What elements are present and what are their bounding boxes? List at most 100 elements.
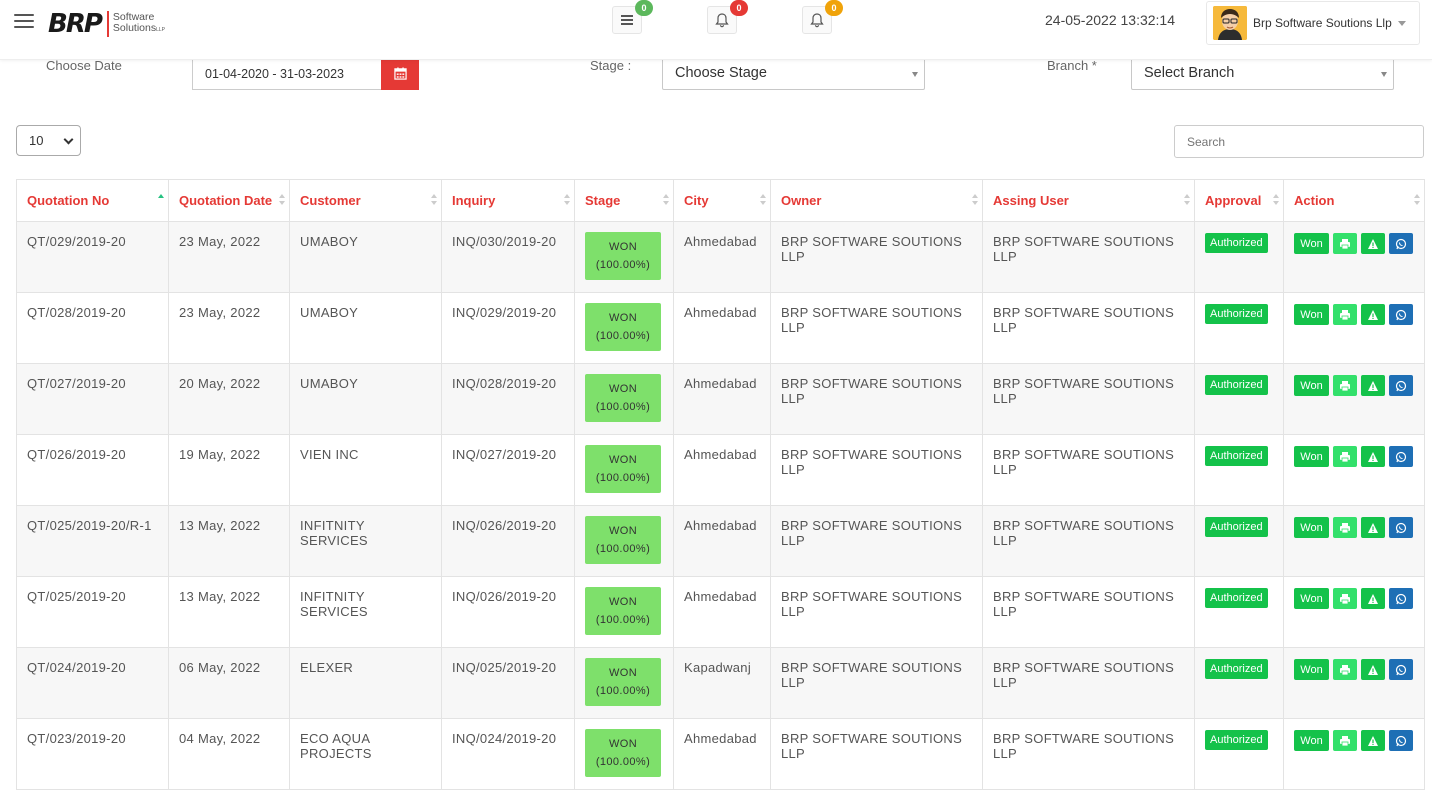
city-cell: Ahmedabad [673,434,771,506]
top-navbar: BRP Software SolutionsLLP 0 0 0 24-05-20… [0,0,1432,60]
date-range-input[interactable]: 01-04-2020 - 31-03-2023 [192,57,382,90]
column-header[interactable]: Customer [289,179,442,222]
whatsapp-button[interactable] [1389,659,1413,680]
approval-cell: Authorized [1194,292,1284,364]
print-button[interactable] [1333,730,1357,751]
notification-count-badge: 0 [825,0,843,16]
approval-badge[interactable]: Authorized [1205,446,1268,466]
approval-badge[interactable]: Authorized [1205,233,1268,253]
inquiry-cell: INQ/024/2019-20 [441,718,575,790]
column-header[interactable]: Quotation Date [168,179,290,222]
city-cell: Kapadwanj [673,647,771,719]
approval-badge[interactable]: Authorized [1205,375,1268,395]
approval-badge[interactable]: Authorized [1205,588,1268,608]
whatsapp-icon [1395,238,1407,249]
whatsapp-button[interactable] [1389,375,1413,396]
column-header[interactable]: Owner [770,179,983,222]
print-button[interactable] [1333,233,1357,254]
approval-badge[interactable]: Authorized [1205,304,1268,324]
customer-cell: INFITNITY SERVICES [289,576,442,648]
approval-badge[interactable]: Authorized [1205,517,1268,537]
column-header[interactable]: Quotation No [16,179,169,222]
brand-logo[interactable]: BRP Software SolutionsLLP [48,9,165,39]
won-button[interactable]: Won [1294,233,1329,254]
won-button[interactable]: Won [1294,517,1329,538]
alert-button[interactable] [1361,517,1385,538]
warning-icon [1368,451,1378,462]
city-cell: Ahmedabad [673,505,771,577]
won-button[interactable]: Won [1294,304,1329,325]
owner-cell: BRP SOFTWARE SOUTIONS LLP [770,576,983,648]
column-header[interactable]: Approval [1194,179,1284,222]
quotation-no-cell: QT/025/2019-20 [16,576,169,648]
whatsapp-button[interactable] [1389,446,1413,467]
whatsapp-button[interactable] [1389,233,1413,254]
action-buttons: Won [1294,659,1414,680]
column-header[interactable]: Action [1283,179,1425,222]
print-button[interactable] [1333,588,1357,609]
won-button[interactable]: Won [1294,375,1329,396]
alert-button[interactable] [1361,446,1385,467]
alert-button[interactable] [1361,375,1385,396]
city-cell: Ahmedabad [673,292,771,364]
approval-badge[interactable]: Authorized [1205,730,1268,750]
calendar-button[interactable] [381,57,419,90]
menu-icon[interactable] [14,14,34,30]
stage-name: WON [608,454,638,466]
stage-select[interactable]: Choose Stage [662,57,925,90]
approval-badge[interactable]: Authorized [1205,659,1268,679]
alert-button[interactable] [1361,730,1385,751]
whatsapp-button[interactable] [1389,304,1413,325]
alert-button[interactable] [1361,659,1385,680]
reminders-notification-button[interactable]: 0 [802,0,843,34]
tasks-notification-button[interactable]: 0 [612,0,653,34]
logo-divider [106,11,109,37]
notification-count-badge: 0 [635,0,653,16]
approval-cell: Authorized [1194,363,1284,435]
page-length-select[interactable]: 10 [16,125,81,156]
stage-cell: WON (100.00%) [574,221,674,293]
print-button[interactable] [1333,375,1357,396]
won-button[interactable]: Won [1294,446,1329,467]
whatsapp-button[interactable] [1389,517,1413,538]
stage-percent: (100.00%) [595,543,651,555]
action-cell: Won [1283,292,1425,364]
column-header[interactable]: Assing User [982,179,1195,222]
won-button[interactable]: Won [1294,659,1329,680]
branch-select-value: Select Branch [1144,65,1235,81]
column-header[interactable]: Stage [574,179,674,222]
alert-button[interactable] [1361,304,1385,325]
won-button[interactable]: Won [1294,588,1329,609]
approval-cell: Authorized [1194,576,1284,648]
city-cell: Ahmedabad [673,576,771,648]
whatsapp-button[interactable] [1389,588,1413,609]
city-cell: Ahmedabad [673,363,771,435]
notification-count-badge: 0 [730,0,748,16]
whatsapp-button[interactable] [1389,730,1413,751]
logo-line2: Solutions [112,22,157,34]
owner-cell: BRP SOFTWARE SOUTIONS LLP [770,718,983,790]
alerts-notification-button[interactable]: 0 [707,0,748,34]
column-header[interactable]: Inquiry [441,179,575,222]
print-button[interactable] [1333,446,1357,467]
branch-select[interactable]: Select Branch [1131,57,1394,90]
alert-button[interactable] [1361,233,1385,254]
table-search-input[interactable] [1174,125,1424,158]
won-button[interactable]: Won [1294,730,1329,751]
print-button[interactable] [1333,659,1357,680]
stage-badge: WON (100.00%) [585,516,661,564]
current-datetime: 24-05-2022 13:32:14 [1045,12,1175,28]
print-button[interactable] [1333,517,1357,538]
column-header[interactable]: City [673,179,771,222]
stage-percent: (100.00%) [595,259,651,271]
stage-name: WON [608,525,638,537]
stage-percent: (100.00%) [595,472,651,484]
table-header-row: Quotation No Quotation Date Customer Inquir… [16,179,1425,222]
stage-percent: (100.00%) [595,614,651,626]
stage-name: WON [608,738,638,750]
print-button[interactable] [1333,304,1357,325]
stage-badge: WON (100.00%) [585,232,661,280]
inquiry-cell: INQ/030/2019-20 [441,221,575,293]
alert-button[interactable] [1361,588,1385,609]
user-menu[interactable]: Brp Software Soutions Llp [1206,1,1420,45]
